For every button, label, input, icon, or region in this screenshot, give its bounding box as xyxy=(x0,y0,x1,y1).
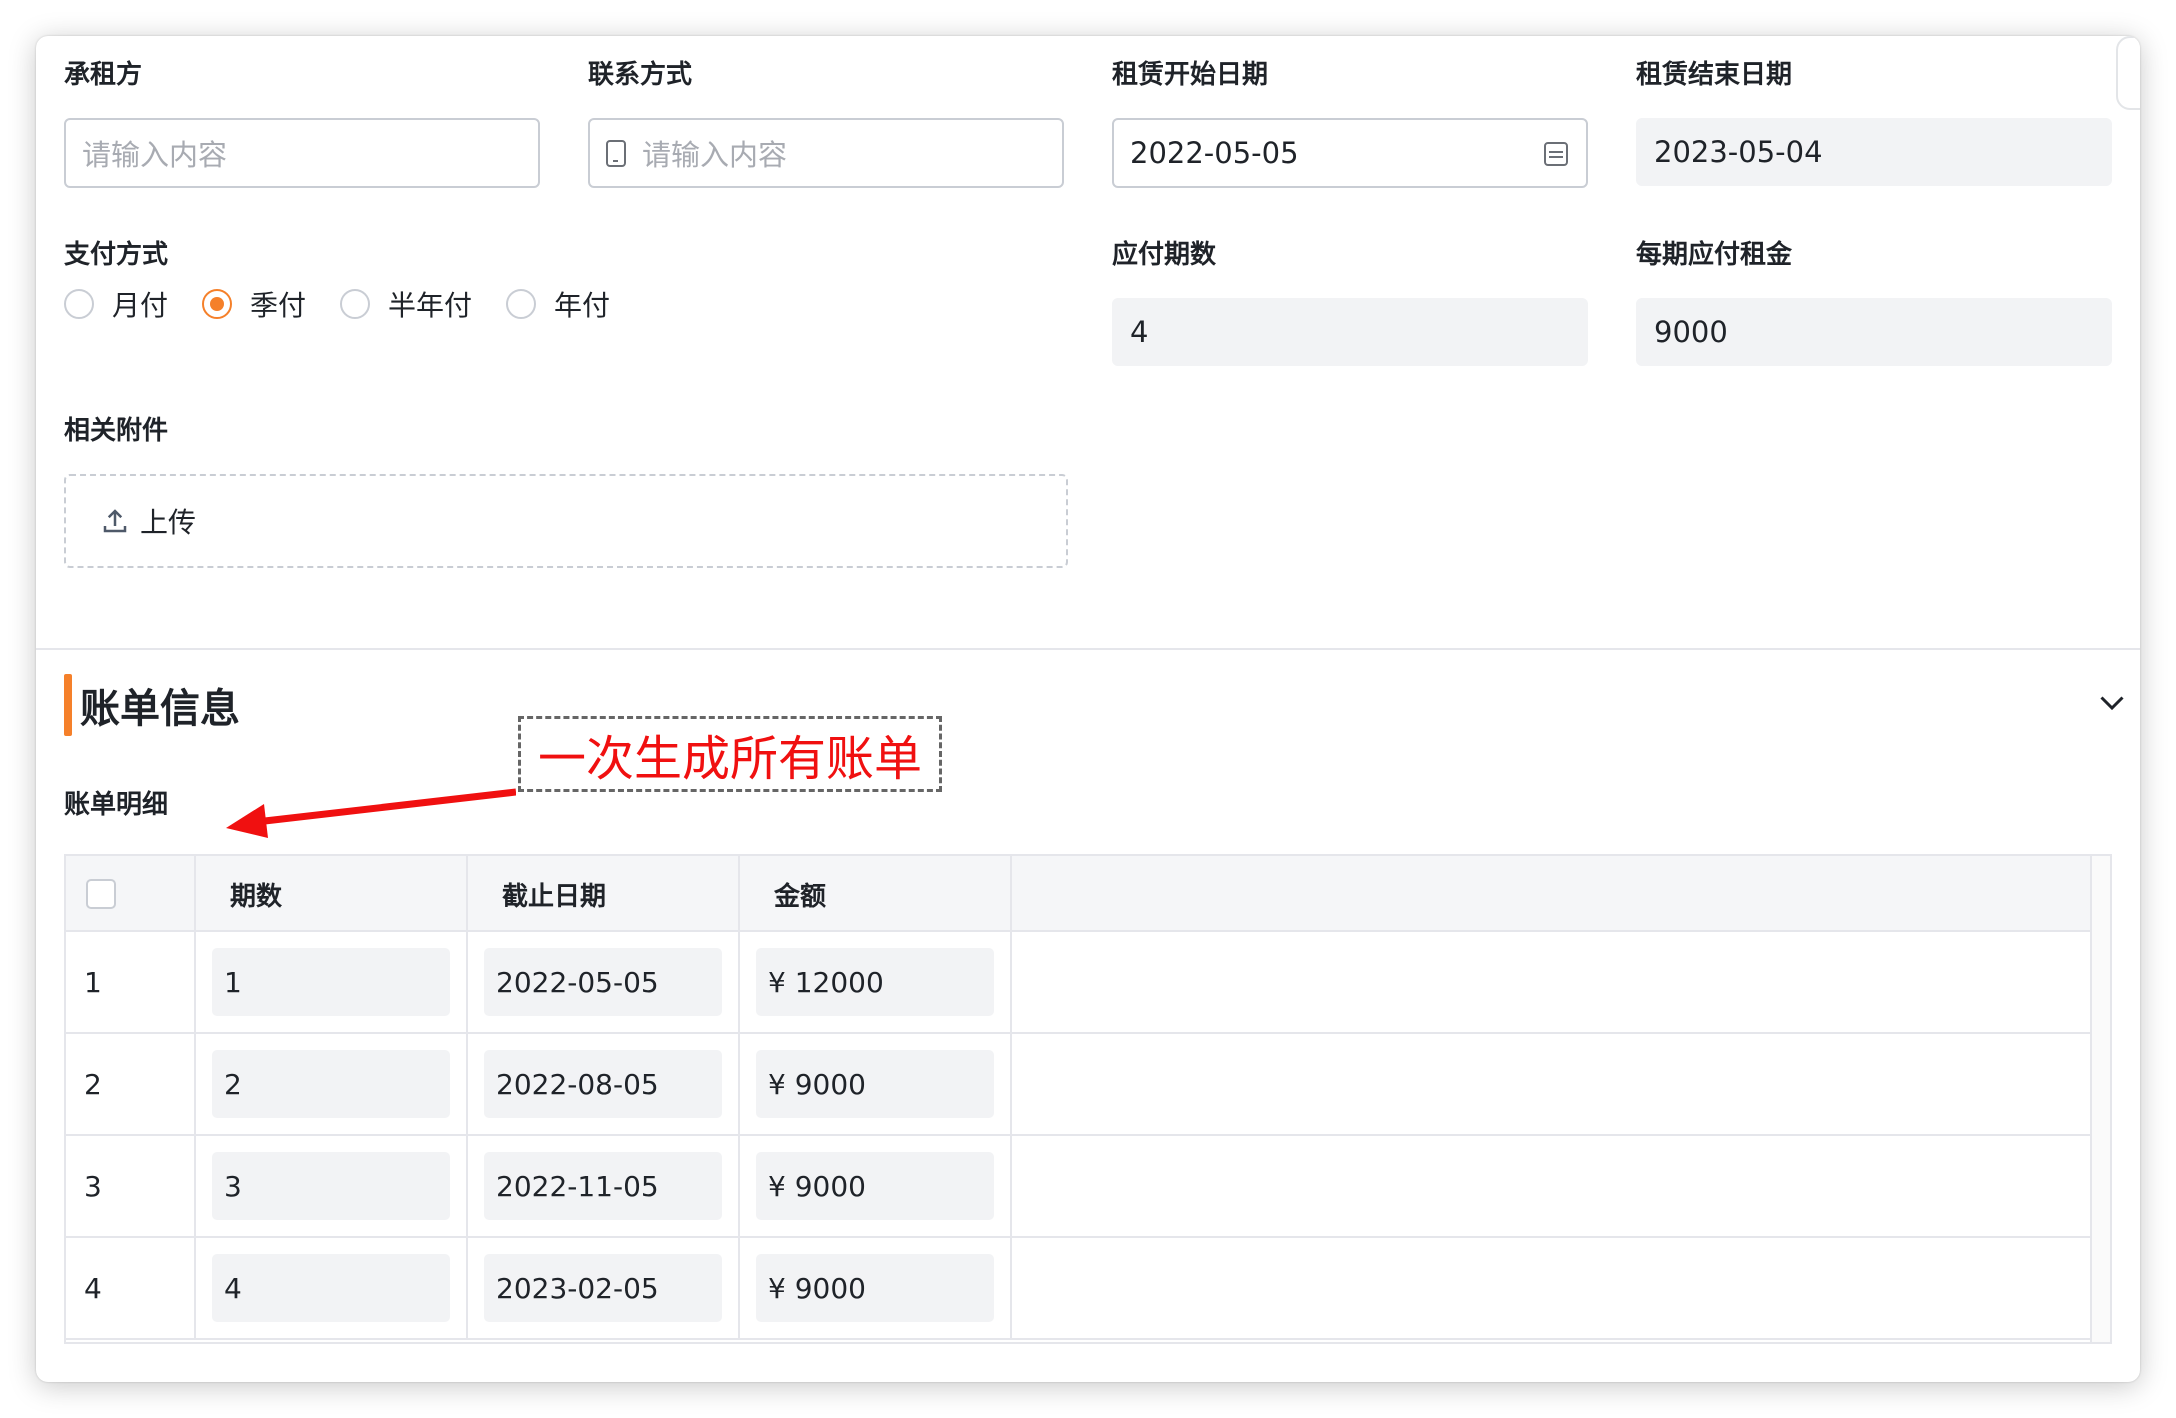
row-index-cell: 2 xyxy=(66,1034,196,1134)
lessee-label: 承租方 xyxy=(64,60,143,90)
bill-table: 期数 截止日期 金额 1 1 2022-05-05 ¥ 12000 2 2 20… xyxy=(64,854,2112,1344)
section-accent-bar xyxy=(64,674,72,736)
periods-value: 4 xyxy=(1130,315,1149,349)
radio-circle xyxy=(202,289,233,319)
table-row: 3 3 2022-11-05 ¥ 9000 xyxy=(66,1136,2090,1238)
select-all-checkbox[interactable] xyxy=(86,879,116,909)
period-value: 3 xyxy=(212,1152,450,1220)
table-row: 1 1 2022-05-05 ¥ 12000 xyxy=(66,932,2090,1034)
due-date-cell: 2022-05-05 xyxy=(468,932,740,1032)
table-row: 4 4 2023-02-05 ¥ 9000 xyxy=(66,1238,2090,1340)
row-index-cell: 3 xyxy=(66,1136,196,1236)
period-value: 4 xyxy=(212,1254,450,1322)
section-title: 账单信息 xyxy=(80,686,240,732)
phone-icon xyxy=(606,139,626,167)
row-index-cell: 1 xyxy=(66,932,196,1032)
calendar-icon[interactable] xyxy=(1544,142,1568,166)
radio-monthly[interactable]: 月付 xyxy=(64,284,168,324)
scrollbar-handle[interactable] xyxy=(2116,36,2140,110)
amount-cell: ¥ 12000 xyxy=(740,932,1012,1032)
end-date-value: 2023-05-04 xyxy=(1654,135,1823,169)
table-vertical-scrollbar[interactable] xyxy=(2090,856,2110,1342)
due-date-value: 2022-11-05 xyxy=(484,1152,722,1220)
payment-label: 支付方式 xyxy=(64,240,169,270)
radio-label: 季付 xyxy=(250,289,307,322)
contact-label: 联系方式 xyxy=(588,60,693,90)
rent-label: 每期应付租金 xyxy=(1636,240,1793,270)
periods-field: 4 xyxy=(1112,298,1588,366)
start-date-value: 2022-05-05 xyxy=(1130,136,1299,170)
table-header: 期数 截止日期 金额 xyxy=(66,856,2090,932)
upload-icon xyxy=(103,509,127,533)
rent-field: 9000 xyxy=(1636,298,2112,366)
radio-quarterly[interactable]: 季付 xyxy=(202,284,306,324)
annotation-callout: 一次生成所有账单 xyxy=(518,716,942,792)
periods-label: 应付期数 xyxy=(1112,240,1217,270)
row-index-cell: 4 xyxy=(66,1238,196,1338)
header-amount: 金额 xyxy=(740,856,1012,932)
period-cell: 2 xyxy=(196,1034,468,1134)
due-date-cell: 2023-02-05 xyxy=(468,1238,740,1338)
radio-circle xyxy=(340,289,371,319)
due-date-cell: 2022-11-05 xyxy=(468,1136,740,1236)
lessee-input[interactable]: 请输入内容 xyxy=(64,118,540,188)
radio-label: 半年付 xyxy=(388,289,473,322)
radio-label: 年付 xyxy=(554,289,611,322)
due-date-value: 2023-02-05 xyxy=(484,1254,722,1322)
annotation-arrow xyxy=(226,788,516,838)
row-index: 4 xyxy=(84,1271,102,1305)
upload-button[interactable]: 上传 xyxy=(64,474,1068,568)
start-date-picker[interactable]: 2022-05-05 xyxy=(1112,118,1588,188)
period-cell: 3 xyxy=(196,1136,468,1236)
section-divider xyxy=(36,648,2140,650)
end-date-field: 2023-05-04 xyxy=(1636,118,2112,186)
header-period: 期数 xyxy=(196,856,468,932)
chevron-down-icon[interactable] xyxy=(2094,684,2130,720)
radio-annual[interactable]: 年付 xyxy=(506,284,610,324)
amount-value: ¥ 9000 xyxy=(756,1152,994,1220)
amount-value: ¥ 9000 xyxy=(756,1254,994,1322)
end-date-label: 租赁结束日期 xyxy=(1636,60,1793,90)
attachments-label: 相关附件 xyxy=(64,416,169,446)
amount-cell: ¥ 9000 xyxy=(740,1034,1012,1134)
amount-cell: ¥ 9000 xyxy=(740,1136,1012,1236)
row-index: 1 xyxy=(84,965,102,999)
due-date-value: 2022-08-05 xyxy=(484,1050,722,1118)
table-row: 2 2 2022-08-05 ¥ 9000 xyxy=(66,1034,2090,1136)
rent-value: 9000 xyxy=(1654,315,1728,349)
period-value: 2 xyxy=(212,1050,450,1118)
detail-title: 账单明细 xyxy=(64,790,169,820)
lessee-placeholder: 请输入内容 xyxy=(82,138,228,172)
amount-value: ¥ 12000 xyxy=(756,948,994,1016)
radio-circle xyxy=(506,289,537,319)
period-value: 1 xyxy=(212,948,450,1016)
due-date-cell: 2022-08-05 xyxy=(468,1034,740,1134)
radio-label: 月付 xyxy=(112,289,169,322)
start-date-label: 租赁开始日期 xyxy=(1112,60,1269,90)
upload-label: 上传 xyxy=(140,506,197,539)
row-index: 3 xyxy=(84,1169,102,1203)
radio-semiannual[interactable]: 半年付 xyxy=(340,284,472,324)
amount-cell: ¥ 9000 xyxy=(740,1238,1012,1338)
header-due-date: 截止日期 xyxy=(468,856,740,932)
amount-value: ¥ 9000 xyxy=(756,1050,994,1118)
payment-radio-group: 月付 季付 半年付 年付 xyxy=(64,284,644,324)
period-cell: 4 xyxy=(196,1238,468,1338)
header-select-cell xyxy=(66,856,196,932)
due-date-value: 2022-05-05 xyxy=(484,948,722,1016)
radio-circle xyxy=(64,289,94,319)
row-index: 2 xyxy=(84,1067,102,1101)
period-cell: 1 xyxy=(196,932,468,1032)
contact-placeholder: 请输入内容 xyxy=(642,138,788,172)
form-window: 承租方 请输入内容 联系方式 请输入内容 租赁开始日期 2022-05-05 租… xyxy=(36,36,2140,1382)
contact-input[interactable]: 请输入内容 xyxy=(588,118,1064,188)
